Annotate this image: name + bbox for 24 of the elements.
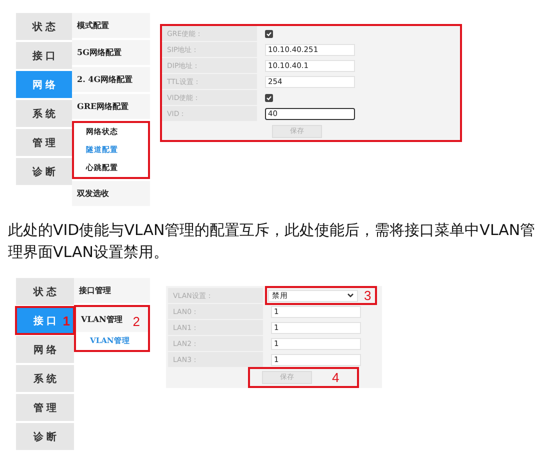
menu-item[interactable]: GRE网络配置 — [72, 94, 150, 119]
nav-item[interactable]: 网 络 — [16, 336, 74, 363]
menu-item[interactable]: 2. 4G网络配置 — [72, 67, 150, 92]
menu-item[interactable]: 双发选收 — [72, 181, 150, 206]
nav-item[interactable]: 管 理 — [16, 394, 74, 421]
nav-item[interactable]: 状 态 — [16, 13, 72, 40]
step-number: 3 — [364, 289, 372, 302]
nav-item[interactable]: 诊 断 — [16, 158, 72, 185]
nav-item[interactable]: 状 态 — [16, 278, 74, 305]
step-number: 2 — [132, 315, 140, 328]
nav-item[interactable]: 管 理 — [16, 129, 72, 156]
nav-item[interactable]: 接 口 — [16, 42, 72, 69]
menu-item[interactable]: 接口管理 — [74, 278, 150, 303]
step-number: 1 — [62, 314, 70, 327]
nav-item[interactable]: 诊 断 — [16, 423, 74, 450]
nav-item[interactable]: 系 统 — [16, 100, 72, 127]
chevron-down-icon — [347, 293, 354, 298]
checkbox[interactable] — [265, 94, 273, 102]
checkbox[interactable] — [265, 30, 273, 38]
menu-item[interactable]: 模式配置 — [72, 13, 150, 38]
nav-item[interactable]: 系 统 — [16, 365, 74, 392]
menu-item[interactable]: 5G网络配置 — [72, 40, 150, 65]
note-text: 此处的VID使能与VLAN管理的配置互斥，此处使能后，需将接口菜单中VLAN管理界面VLAN设置禁用。 — [8, 220, 536, 263]
step-number: 4 — [332, 370, 340, 384]
